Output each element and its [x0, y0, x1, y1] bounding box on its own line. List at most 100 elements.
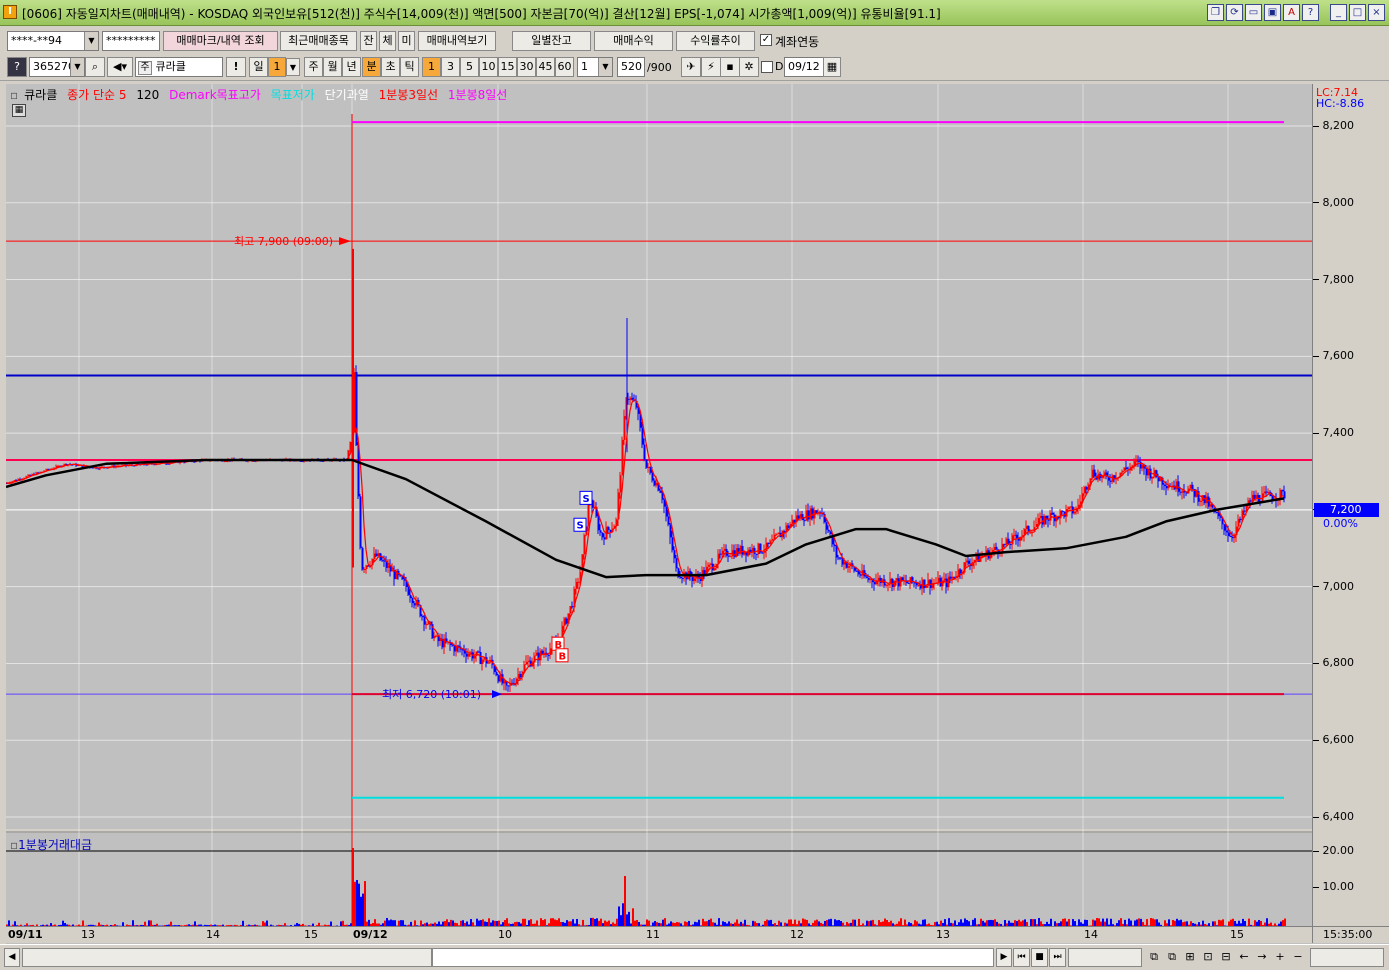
gear-icon[interactable]: ✲	[739, 57, 759, 77]
candle-body	[473, 655, 476, 659]
executed-button[interactable]: 체	[379, 31, 396, 51]
x-tick-label: 10	[498, 928, 512, 941]
period-day-value[interactable]: 1	[268, 57, 286, 77]
candle-body	[1005, 538, 1008, 545]
zoom-in-icon[interactable]: ⧉	[1146, 948, 1162, 967]
chevron-down-icon[interactable]: ▼	[286, 58, 300, 76]
window-icon[interactable]: ▭	[1245, 4, 1262, 21]
zoom-out-icon[interactable]: ⧉	[1164, 948, 1180, 967]
minimize-button[interactable]: _	[1330, 4, 1347, 21]
period-week-button[interactable]: 주	[304, 57, 323, 77]
candle-body	[359, 496, 362, 548]
time-readout: 15:35:00	[1312, 926, 1389, 943]
trade-history-button[interactable]: 매매내역보기	[418, 31, 496, 51]
candle-body	[453, 645, 456, 652]
yield-trend-button[interactable]: 수익률추이	[676, 31, 755, 51]
view-slider[interactable]	[1310, 948, 1384, 967]
stock-name-field[interactable]: 주 큐라클	[135, 57, 223, 77]
period-minute-button[interactable]: 분	[362, 57, 381, 77]
rewind-icon[interactable]: ⏮	[1013, 948, 1030, 967]
maximize-button[interactable]: □	[1349, 4, 1366, 21]
period-year-button[interactable]: 년	[342, 57, 361, 77]
save-icon[interactable]: ▪	[720, 57, 740, 77]
daily-balance-button[interactable]: 일별잔고	[512, 31, 591, 51]
scroll-track[interactable]	[22, 948, 432, 967]
candle-body	[425, 624, 428, 626]
help-icon[interactable]: ?	[7, 57, 27, 77]
marks-query-button[interactable]: 매매마크/내역 조회	[163, 31, 278, 51]
minute-5-button[interactable]: 5	[460, 57, 479, 77]
trade-profit-button[interactable]: 매매수익	[594, 31, 673, 51]
scroll-thumb[interactable]	[432, 948, 994, 967]
minute-60-button[interactable]: 60	[555, 57, 574, 77]
refresh-icon[interactable]: ⟳	[1226, 4, 1243, 21]
candle-body	[757, 543, 760, 555]
volume-bar	[524, 918, 526, 926]
font-icon[interactable]: A	[1283, 4, 1300, 21]
recent-trades-button[interactable]: 최근매매종목	[280, 31, 357, 51]
price-chart[interactable]: 최고 7,900 (09:00)최저 6,720 (10:01) SSBB	[6, 84, 1389, 944]
candle-body	[1151, 476, 1154, 479]
minute-1-button[interactable]: 1	[422, 57, 441, 77]
minute-45-button[interactable]: 45	[536, 57, 555, 77]
arrow-left-icon[interactable]: ←	[1236, 948, 1252, 967]
zoom-slider[interactable]	[1068, 948, 1142, 967]
display-count-input[interactable]: 520	[617, 57, 645, 77]
minute-3-button[interactable]: 3	[441, 57, 460, 77]
fast-forward-icon[interactable]: ⏭	[1049, 948, 1066, 967]
minus-icon[interactable]: −	[1290, 948, 1306, 967]
volume-bar	[948, 918, 950, 926]
candle-body	[867, 577, 870, 580]
chevron-down-icon[interactable]: ▼	[598, 58, 612, 76]
stop-icon[interactable]: ■	[1031, 948, 1048, 967]
minute-30-button[interactable]: 30	[517, 57, 536, 77]
date-input[interactable]: 09/12	[784, 57, 824, 77]
account-link-checkbox[interactable]: ✓	[760, 34, 772, 46]
password-input[interactable]: *********	[102, 31, 160, 51]
scroll-right-icon[interactable]: ▶	[996, 948, 1012, 967]
expand-icon[interactable]: ⊡	[1200, 948, 1216, 967]
fit-icon[interactable]: ⊟	[1218, 948, 1234, 967]
overlays: 최고 7,900 (09:00) 최저 6,720 (10:01)	[6, 114, 1312, 926]
calendar-icon[interactable]: ▦	[823, 57, 841, 77]
balance-button[interactable]: 잔	[360, 31, 377, 51]
search-icon[interactable]: ⌕	[85, 57, 105, 77]
minute-10-button[interactable]: 10	[479, 57, 498, 77]
period-second-button[interactable]: 초	[381, 57, 400, 77]
volume-bar	[550, 918, 552, 926]
minute-15-button[interactable]: 15	[498, 57, 517, 77]
scroll-left-icon[interactable]: ◀	[4, 948, 20, 967]
help-button[interactable]: ?	[1302, 4, 1319, 21]
candle-body	[653, 480, 656, 486]
date-checkbox[interactable]	[761, 61, 773, 73]
volume-bar	[790, 919, 792, 926]
chevron-down-icon[interactable]: ▼	[84, 32, 98, 50]
period-tick-button[interactable]: 틱	[400, 57, 419, 77]
candle-body	[1121, 470, 1124, 473]
arrow-right-icon[interactable]: →	[1254, 948, 1270, 967]
close-button[interactable]: ×	[1368, 4, 1385, 21]
alert-button[interactable]: !	[226, 57, 246, 77]
split-icon[interactable]: ⊞	[1182, 948, 1198, 967]
candle-body	[937, 577, 940, 583]
restore-icon[interactable]: ❐	[1207, 4, 1224, 21]
plus-icon[interactable]: +	[1272, 948, 1288, 967]
period-day-button[interactable]: 일	[249, 57, 268, 77]
chart-tool-icon[interactable]: ⚡	[701, 57, 721, 77]
link-icon[interactable]: ▣	[1264, 4, 1281, 21]
x-axis: 09/11 13 14 15 09/12 10 11 12 13 14 15	[6, 926, 1312, 943]
volume-bar	[364, 881, 366, 926]
candle-body	[565, 618, 568, 624]
volume-bar	[1284, 918, 1286, 926]
candle-body	[885, 584, 888, 586]
candle-body	[1141, 464, 1144, 469]
period-month-button[interactable]: 월	[323, 57, 342, 77]
volume-bar	[530, 919, 532, 926]
trade-tool-icon[interactable]: ✈	[681, 57, 701, 77]
speaker-icon[interactable]: ◀▾	[107, 57, 133, 77]
volume-bar	[1062, 918, 1064, 926]
chevron-down-icon[interactable]: ▼	[70, 58, 84, 76]
chart-area[interactable]: 최고 7,900 (09:00) 최저 6,720 (10:01) SSBB LC…	[6, 84, 1389, 944]
table-icon[interactable]: ▦	[12, 104, 26, 117]
unexecuted-button[interactable]: 미	[398, 31, 415, 51]
